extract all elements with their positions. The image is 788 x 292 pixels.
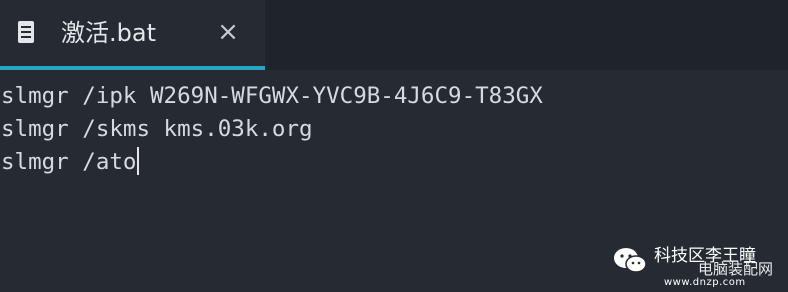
watermark-overlay-text: 电脑装配网 <box>698 260 774 278</box>
close-icon[interactable]: × <box>214 18 242 46</box>
tab-bar: 激活.bat × <box>0 0 788 70</box>
code-line-text: slmgr /ato <box>1 149 137 175</box>
text-cursor <box>137 147 140 175</box>
file-icon <box>18 21 34 43</box>
tab-title: 激活.bat <box>61 19 156 47</box>
code-line[interactable]: slmgr /ipk W269N-WFGWX-YVC9B-4J6C9-T83GX <box>1 79 543 113</box>
tab-active[interactable]: 激活.bat × <box>0 0 265 70</box>
watermark: 科技区李王瞳 电脑装配网 www.dnzp.com <box>612 244 788 292</box>
code-line[interactable]: slmgr /ato <box>1 145 140 179</box>
code-line-text: slmgr /ipk W269N-WFGWX-YVC9B-4J6C9-T83GX <box>1 83 543 109</box>
code-line[interactable]: slmgr /skms kms.03k.org <box>1 112 313 146</box>
wechat-icon <box>614 248 647 273</box>
watermark-url: www.dnzp.com <box>664 277 746 288</box>
code-line-text: slmgr /skms kms.03k.org <box>1 116 313 142</box>
